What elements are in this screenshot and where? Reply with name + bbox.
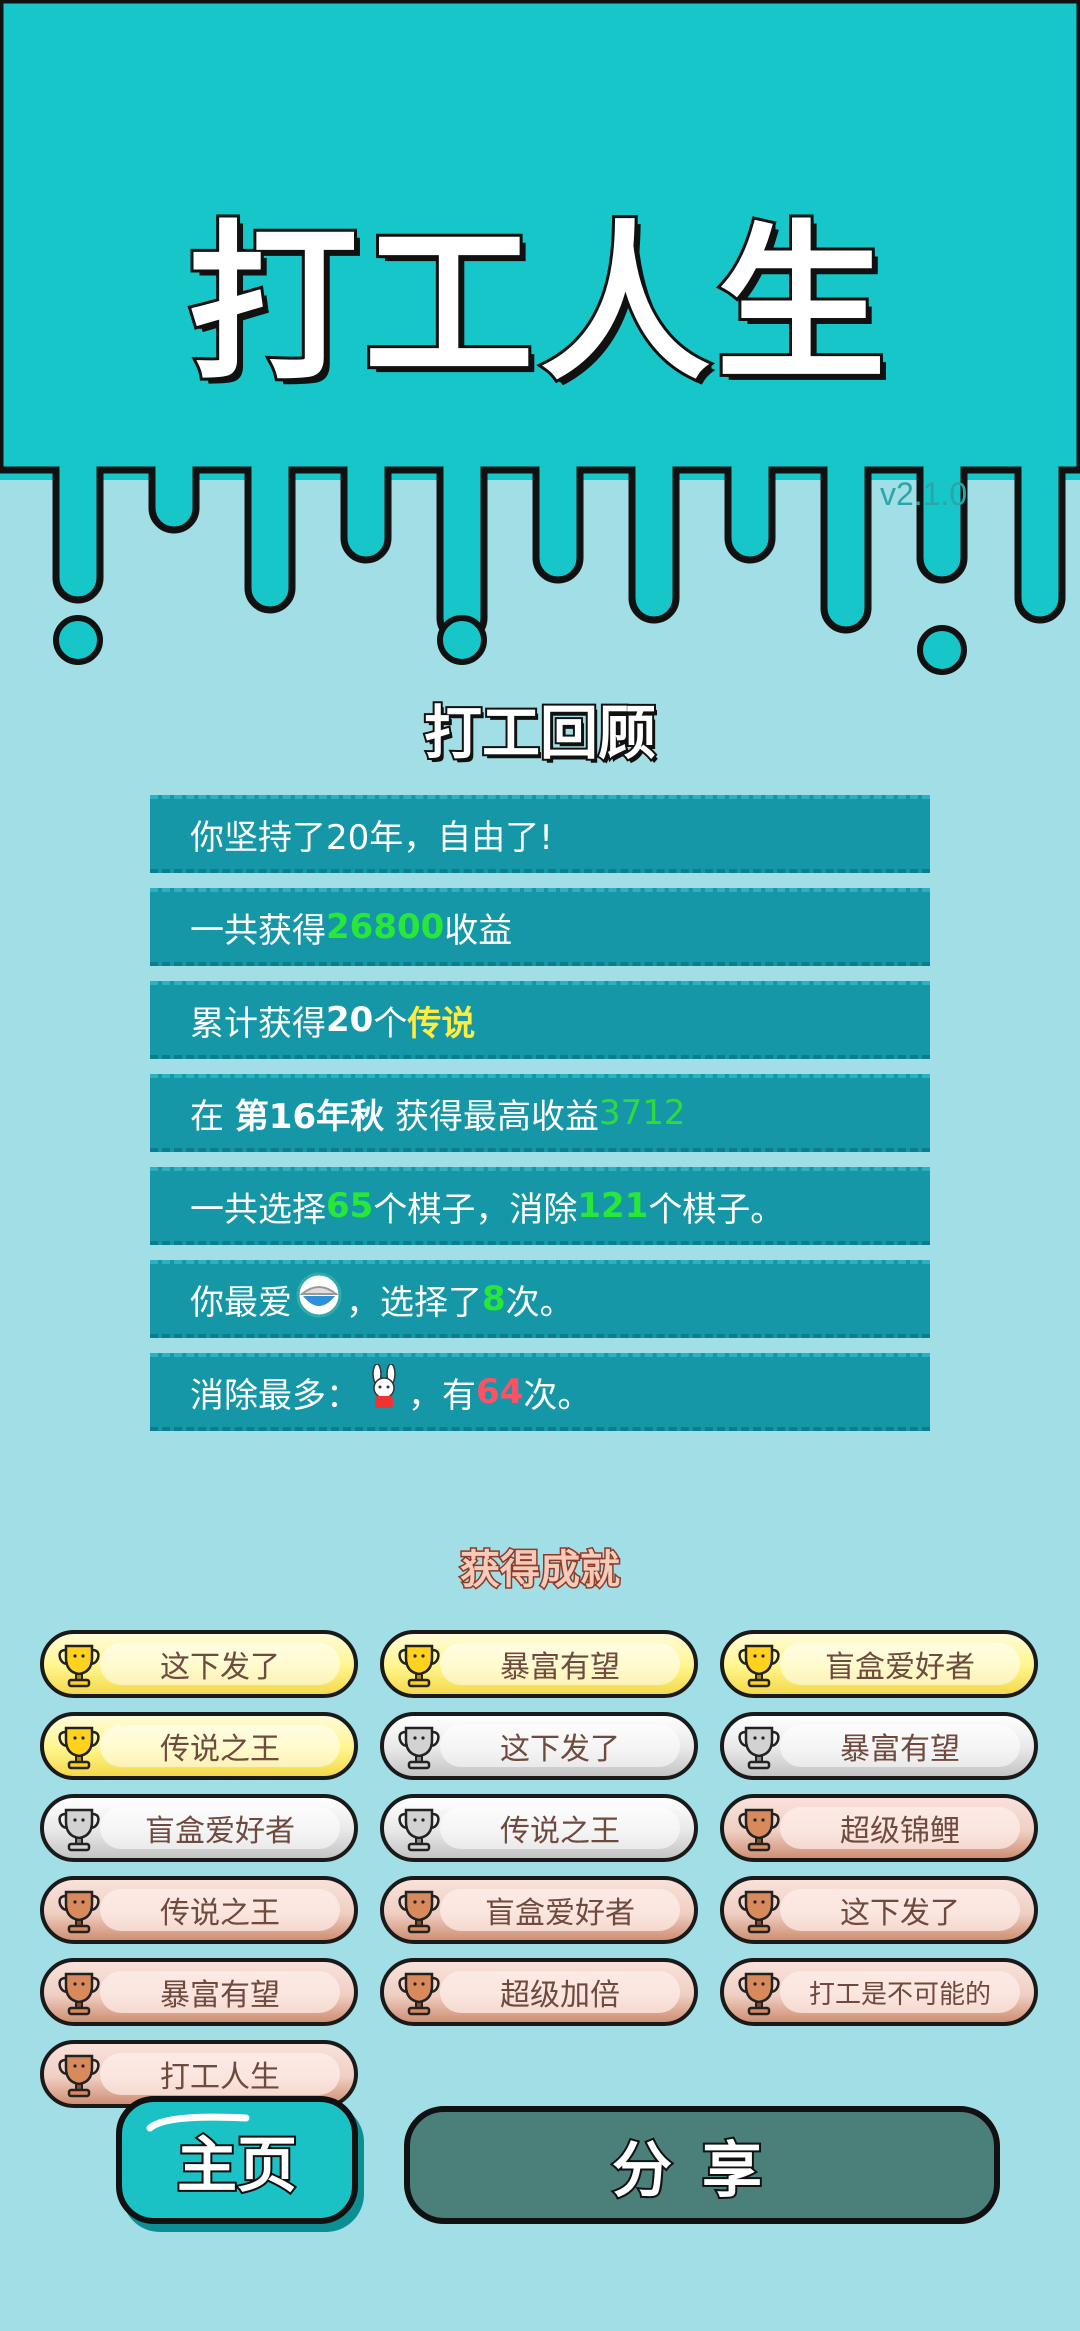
achievement-badge[interactable]: 暴富有望 (40, 1958, 358, 2026)
review-text: 20 (326, 1000, 374, 1040)
review-text: 收益 (444, 910, 513, 951)
achievement-badge[interactable]: 盲盒爱好者 (380, 1876, 698, 1944)
review-text: 传说 (407, 1003, 476, 1044)
achievement-label: 暴富有望 (500, 1650, 620, 1685)
achievement-label: 盲盒爱好者 (145, 1814, 295, 1849)
version-label: v2.1.0 (880, 476, 968, 512)
review-text: 你坚持了20年，自由了! (190, 817, 553, 858)
achievement-label: 这下发了 (160, 1650, 280, 1685)
achievement-badge[interactable]: 盲盒爱好者 (720, 1630, 1038, 1698)
review-row: 你最爱 ，选择了 8 次。 (150, 1260, 930, 1338)
achievement-badge[interactable]: 暴富有望 (380, 1630, 698, 1698)
review-text: 个 (373, 1003, 408, 1044)
review-text: 次。 (505, 1282, 574, 1323)
achievement-label: 超级锦鲤 (840, 1814, 960, 1849)
achievement-badge[interactable]: 这下发了 (380, 1712, 698, 1780)
achievement-badge[interactable]: 超级锦鲤 (720, 1794, 1038, 1862)
achievement-label: 传说之王 (500, 1814, 620, 1849)
review-text: ，选择了 (346, 1282, 482, 1323)
achievement-badge[interactable]: 超级加倍 (380, 1958, 698, 2026)
drip-drop (437, 615, 487, 665)
home-button[interactable]: 主页 (116, 2096, 358, 2224)
achievement-label: 暴富有望 (840, 1732, 960, 1767)
achievement-badge[interactable]: 传说之王 (380, 1794, 698, 1862)
drip-drop (53, 615, 103, 665)
review-text: 一共获得 (190, 910, 326, 951)
achievement-label: 打工人生 (160, 2060, 280, 2095)
review-text: 第16年秋 (234, 1096, 385, 1137)
achievement-label: 传说之王 (160, 1732, 280, 1767)
review-text: 累计获得 (190, 1003, 326, 1044)
achievement-badge[interactable]: 传说之王 (40, 1712, 358, 1780)
achievements-title: 获得成就 (459, 1547, 622, 1593)
review-text: 消除最多： (190, 1375, 360, 1416)
review-text: ，有 (408, 1375, 476, 1416)
achievement-badge[interactable]: 暴富有望 (720, 1712, 1038, 1780)
achievement-label: 盲盒爱好者 (825, 1650, 975, 1685)
review-text: 65 (326, 1186, 374, 1226)
review-text: 获得最高收益 (384, 1096, 599, 1137)
achievement-label: 传说之王 (160, 1896, 280, 1931)
review-row: 累计获得 20 个传说 (150, 981, 930, 1059)
achievement-label: 超级加倍 (500, 1978, 620, 2013)
achievement-label: 这下发了 (840, 1896, 960, 1931)
review-row: 一共选择 65 个棋子，消除 121 个棋子。 (150, 1167, 930, 1245)
review-text: 3712 (598, 1093, 686, 1133)
drip-drop (917, 625, 967, 675)
review-row: 一共获得 26800 收益 (150, 888, 930, 966)
review-text: 你最爱 (190, 1282, 292, 1323)
achievement-label: 打工是不可能的 (808, 1979, 991, 2010)
review-text: 121 (577, 1186, 649, 1226)
rice-bowl-icon (296, 1272, 342, 1327)
achievement-badge[interactable]: 这下发了 (720, 1876, 1038, 1944)
review-text: 个棋子。 (648, 1189, 785, 1230)
achievement-badge[interactable]: 传说之王 (40, 1876, 358, 1944)
review-text: 个棋子，消除 (373, 1189, 578, 1230)
achievement-badge[interactable]: 盲盒爱好者 (40, 1794, 358, 1862)
review-row: 在 第16年秋 获得最高收益 3712 (150, 1074, 930, 1152)
review-text: 64 (476, 1372, 524, 1412)
review-text: 在 (190, 1096, 235, 1137)
share-button[interactable]: 分享 (404, 2106, 1000, 2224)
achievement-label: 盲盒爱好者 (485, 1896, 635, 1931)
achievement-badge[interactable]: 打工是不可能的 (720, 1958, 1038, 2026)
share-button-label: 分享 (610, 2134, 792, 2208)
bunny-icon (364, 1362, 404, 1421)
review-row: 你坚持了20年，自由了! (150, 795, 930, 873)
button-shine (146, 2113, 250, 2132)
review-row: 消除最多： ，有 64 次。 (150, 1353, 930, 1431)
review-text: 次。 (523, 1375, 592, 1416)
review-text: 26800 (326, 907, 445, 947)
achievement-label: 这下发了 (500, 1732, 620, 1767)
review-text: 一共选择 (190, 1189, 326, 1230)
game-title: 打工人生 (185, 206, 892, 404)
review-text: 8 (482, 1279, 506, 1319)
review-title: 打工回顾 (422, 699, 658, 767)
achievement-label: 暴富有望 (160, 1978, 280, 2013)
achievement-badge[interactable]: 这下发了 (40, 1630, 358, 1698)
